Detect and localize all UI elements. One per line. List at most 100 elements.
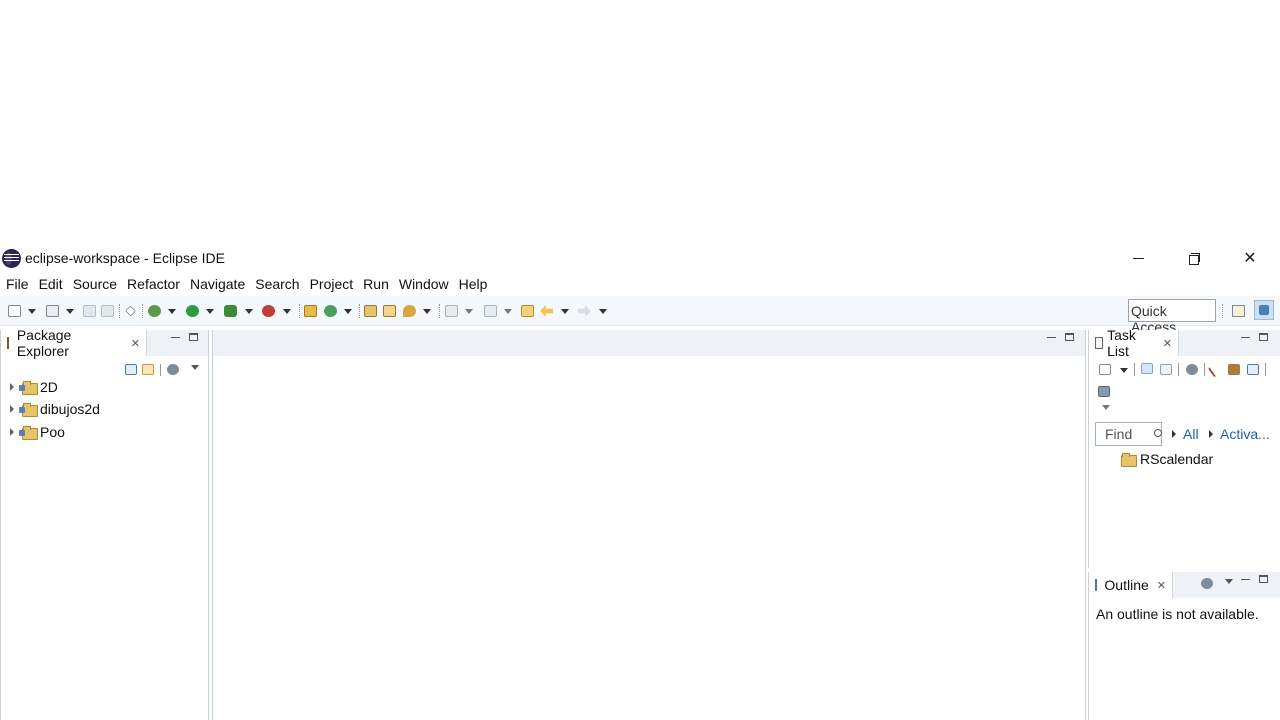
- menu-refactor[interactable]: Refactor: [127, 276, 180, 292]
- external-tools-icon[interactable]: [262, 305, 275, 317]
- open-perspective-icon[interactable]: [1232, 305, 1245, 317]
- new-task-icon[interactable]: [1099, 364, 1111, 375]
- menu-file[interactable]: File: [6, 276, 29, 292]
- all-dropdown-icon[interactable]: [1172, 430, 1176, 438]
- maximize-view-icon[interactable]: [1259, 575, 1268, 583]
- activate-dropdown-icon[interactable]: [1209, 430, 1213, 438]
- minimize-view-icon[interactable]: [171, 337, 180, 338]
- coverage-dropdown-arrow-icon[interactable]: [245, 309, 253, 314]
- expand-icon[interactable]: [10, 405, 14, 413]
- quick-access-field[interactable]: Quick Access: [1128, 299, 1216, 335]
- minimize-editor-icon[interactable]: [1047, 337, 1056, 338]
- tree-item-project[interactable]: Poo: [1, 421, 65, 443]
- menu-project[interactable]: Project: [310, 276, 354, 292]
- minimize-view-icon[interactable]: [1241, 579, 1250, 580]
- view-menu-icon[interactable]: [191, 365, 199, 370]
- back-dropdown-arrow-icon[interactable]: [561, 309, 569, 314]
- package-explorer-tabstrip: Package Explorer ✕: [1, 327, 208, 359]
- skip-breakpoints-icon[interactable]: [125, 305, 136, 317]
- task-find-input[interactable]: Find: [1095, 422, 1162, 446]
- new-java-class-icon[interactable]: [324, 305, 337, 317]
- tree-item-project[interactable]: 2D: [1, 376, 58, 398]
- close-tab-icon[interactable]: ✕: [1157, 579, 1166, 592]
- open-type-icon[interactable]: [364, 305, 377, 317]
- open-task-icon[interactable]: [383, 305, 396, 317]
- menu-run[interactable]: Run: [363, 276, 389, 292]
- search-icon[interactable]: [403, 305, 416, 317]
- tab-task-list[interactable]: Task List ✕: [1089, 327, 1179, 359]
- collapse-all-icon[interactable]: [125, 364, 137, 375]
- new-icon[interactable]: [8, 305, 21, 317]
- menu-search[interactable]: Search: [255, 276, 299, 292]
- new-class-dropdown-arrow-icon[interactable]: [344, 309, 352, 314]
- save-all-icon[interactable]: [83, 305, 96, 317]
- java-project-icon: [19, 381, 38, 395]
- minimize-button[interactable]: [1110, 244, 1166, 272]
- tree-item-project[interactable]: dibujos2d: [1, 398, 100, 420]
- synchronize-icon[interactable]: [1228, 364, 1240, 375]
- new-dropdown-arrow-icon[interactable]: [28, 309, 36, 314]
- expand-icon[interactable]: [10, 428, 14, 436]
- print-icon[interactable]: [101, 305, 114, 317]
- next-annotation-dropdown-arrow-icon[interactable]: [465, 309, 473, 314]
- category-folder-icon: [1121, 453, 1137, 467]
- project-label: Poo: [40, 424, 65, 440]
- back-icon[interactable]: [540, 305, 553, 317]
- coverage-icon[interactable]: [224, 305, 237, 317]
- toolbar-separator: [299, 304, 300, 318]
- previous-annotation-icon[interactable]: [484, 305, 497, 317]
- link-with-editor-icon[interactable]: [142, 364, 154, 375]
- tab-outline[interactable]: Outline ✕: [1089, 572, 1173, 598]
- activate-link[interactable]: Activa...: [1220, 426, 1270, 442]
- task-repositories-icon[interactable]: [1098, 386, 1110, 397]
- all-link[interactable]: All: [1183, 426, 1199, 442]
- filters-icon[interactable]: [1201, 578, 1213, 589]
- menu-bar: File Edit Source Refactor Navigate Searc…: [0, 272, 1280, 296]
- last-edit-location-icon[interactable]: [521, 305, 534, 317]
- filters-icon[interactable]: [167, 364, 179, 375]
- focus-on-workweek-icon[interactable]: [1207, 361, 1225, 378]
- expand-icon[interactable]: [10, 383, 14, 391]
- previous-annotation-dropdown-arrow-icon[interactable]: [504, 309, 512, 314]
- menu-help[interactable]: Help: [459, 276, 488, 292]
- show-scheduled-icon[interactable]: [1160, 364, 1172, 375]
- menu-window[interactable]: Window: [399, 276, 449, 292]
- run-dropdown-arrow-icon[interactable]: [206, 309, 214, 314]
- task-category-item[interactable]: RScalendar: [1121, 448, 1213, 470]
- task-list-menu-icon[interactable]: [1102, 405, 1110, 410]
- search-dropdown-arrow-icon[interactable]: [423, 309, 431, 314]
- restore-button[interactable]: [1166, 244, 1222, 272]
- debug-icon[interactable]: [148, 305, 161, 317]
- new-java-package-icon[interactable]: [304, 305, 317, 317]
- tab-package-explorer[interactable]: Package Explorer ✕: [1, 327, 147, 359]
- minimize-view-icon[interactable]: [1241, 337, 1250, 338]
- debug-dropdown-arrow-icon[interactable]: [168, 309, 176, 314]
- collapse-all-icon[interactable]: [1247, 364, 1259, 375]
- menu-navigate[interactable]: Navigate: [190, 276, 245, 292]
- filters-icon[interactable]: [1186, 364, 1198, 375]
- forward-icon[interactable]: [578, 305, 591, 317]
- forward-dropdown-arrow-icon[interactable]: [599, 309, 607, 314]
- maximize-view-icon[interactable]: [1259, 333, 1268, 341]
- task-list-tabstrip: Task List ✕: [1089, 327, 1280, 359]
- close-icon: ✕: [1243, 250, 1257, 267]
- task-list-icon: [1095, 337, 1104, 349]
- save-icon[interactable]: [46, 305, 59, 317]
- view-menu-icon[interactable]: [1225, 579, 1233, 584]
- menu-source[interactable]: Source: [73, 276, 117, 292]
- external-tools-dropdown-arrow-icon[interactable]: [283, 309, 291, 314]
- save-dropdown-arrow-icon[interactable]: [66, 309, 74, 314]
- show-categorized-icon[interactable]: [1141, 363, 1153, 374]
- project-label: dibujos2d: [40, 401, 100, 417]
- run-icon[interactable]: [186, 305, 199, 317]
- maximize-editor-icon[interactable]: [1065, 333, 1074, 341]
- close-button[interactable]: ✕: [1222, 244, 1278, 272]
- java-perspective-icon[interactable]: [1254, 300, 1274, 320]
- menu-edit[interactable]: Edit: [39, 276, 63, 292]
- close-tab-icon[interactable]: ✕: [1163, 337, 1172, 350]
- maximize-view-icon[interactable]: [189, 333, 198, 341]
- view-toolbar-separator: [1204, 363, 1205, 376]
- next-annotation-icon[interactable]: [445, 305, 458, 317]
- new-task-dropdown-icon[interactable]: [1120, 368, 1128, 373]
- close-tab-icon[interactable]: ✕: [131, 337, 140, 350]
